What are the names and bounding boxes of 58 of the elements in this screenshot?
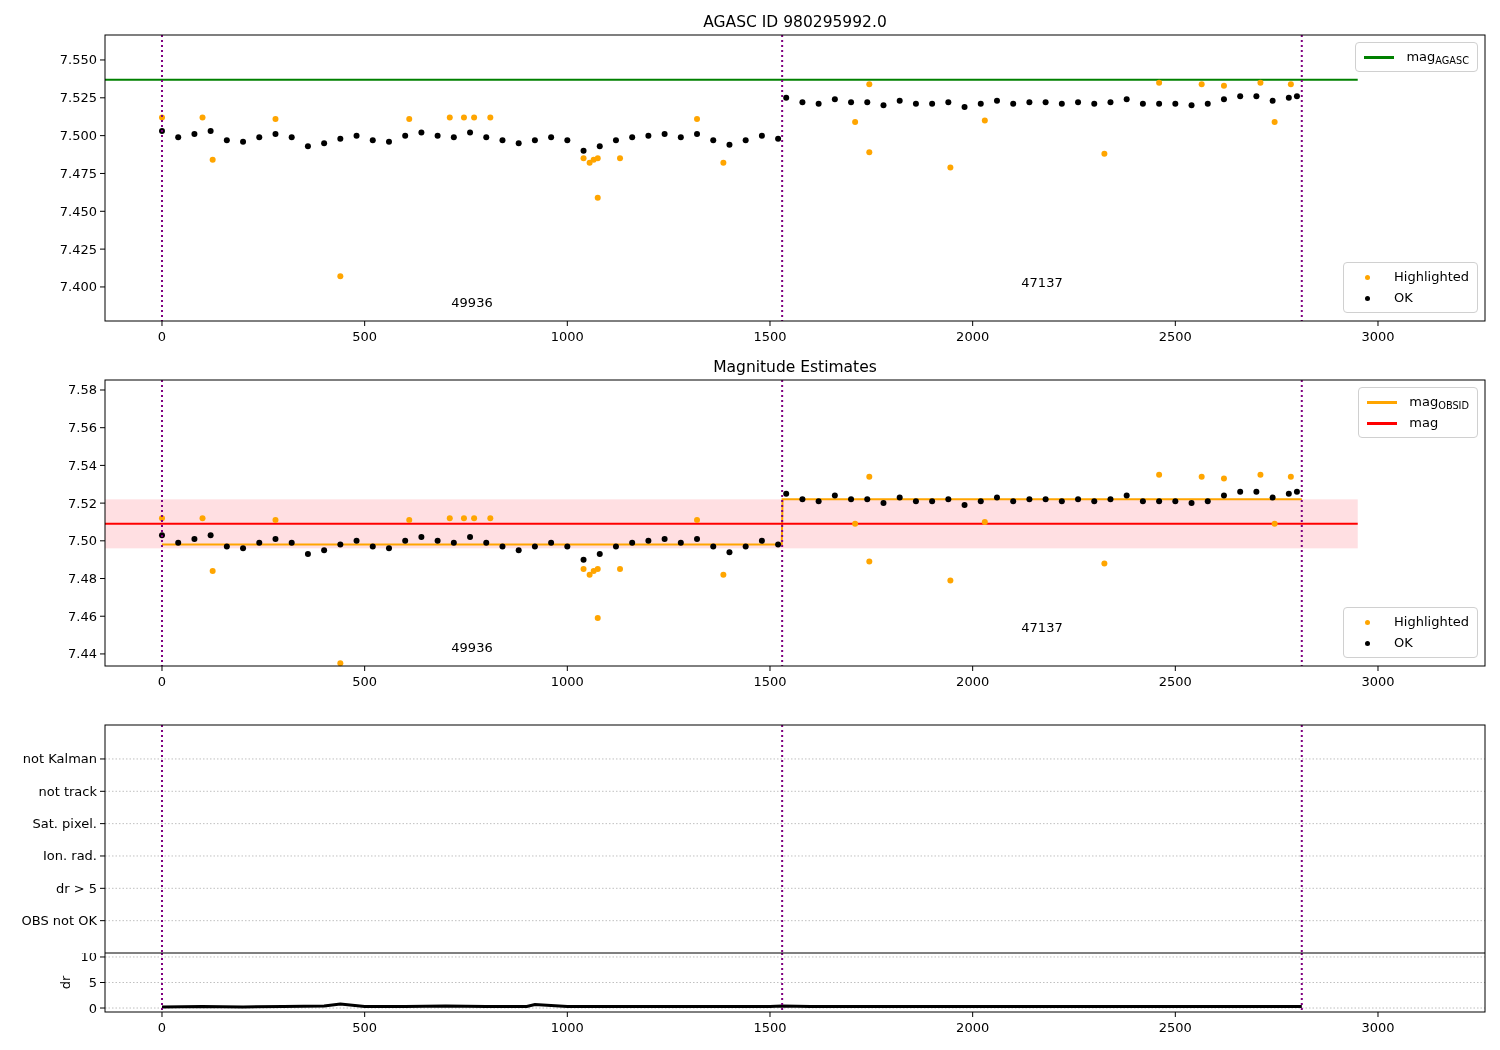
legend-label: OK xyxy=(1394,289,1413,308)
flag-label: not Kalman xyxy=(22,751,97,767)
tick-label: 500 xyxy=(352,674,378,689)
tick-label: 1500 xyxy=(753,329,787,344)
tick-label: 3000 xyxy=(1361,1020,1395,1035)
legend-label: mag$_{OBSID}$ xyxy=(1409,393,1469,412)
tick-label: 1500 xyxy=(753,1020,787,1035)
tick-label: 0 xyxy=(157,1020,167,1035)
tick-label: 7.58 xyxy=(68,382,97,398)
obsid-label: 49936 xyxy=(451,295,493,310)
tick-label: 2000 xyxy=(956,1020,990,1035)
tick-label: 7.44 xyxy=(68,646,97,662)
tick-label: 1000 xyxy=(550,1020,584,1035)
tick-label: 7.50 xyxy=(68,533,97,549)
obsid-label: 49936 xyxy=(451,640,493,655)
tick-label: 7.425 xyxy=(59,241,97,257)
tick-label: 0 xyxy=(88,1000,97,1016)
legend-label: mag$_{AGASC}$ xyxy=(1406,48,1469,67)
tick-label: 7.56 xyxy=(68,420,97,436)
obsid-label: 47137 xyxy=(1021,620,1063,635)
legend-label: Highlighted xyxy=(1394,268,1469,287)
legend-label: Highlighted xyxy=(1394,613,1469,632)
tick-label: 5 xyxy=(88,975,97,990)
tick-label: 7.500 xyxy=(59,128,97,144)
axis-label: dr xyxy=(58,975,73,990)
tick-label: 7.450 xyxy=(59,203,97,219)
tick-label: 7.525 xyxy=(59,90,97,106)
flag-label: Ion. rad. xyxy=(43,848,97,864)
legend-label: mag xyxy=(1409,414,1439,433)
tick-label: 500 xyxy=(352,1020,378,1035)
tick-label: 0 xyxy=(157,329,167,344)
tick-label: 7.475 xyxy=(59,165,97,181)
tick-label: 1000 xyxy=(550,674,584,689)
obsid-label: 47137 xyxy=(1021,275,1063,290)
tick-label: 2000 xyxy=(956,674,990,689)
tick-label: 7.48 xyxy=(68,571,97,586)
tick-label: 7.52 xyxy=(68,495,97,511)
flag-label: OBS not OK xyxy=(21,913,97,929)
flag-label: not track xyxy=(38,783,97,799)
tick-label: 3000 xyxy=(1361,674,1395,689)
tick-label: 2500 xyxy=(1158,1020,1192,1035)
tick-label: 1500 xyxy=(753,674,787,689)
legend-label: OK xyxy=(1394,634,1413,653)
tick-label: 2000 xyxy=(956,329,990,344)
chart-title: Magnitude Estimates xyxy=(713,358,877,376)
flag-label: dr > 5 xyxy=(55,880,97,896)
tick-label: 0 xyxy=(157,674,167,689)
flag-label: Sat. pixel. xyxy=(32,816,97,832)
tick-label: 7.550 xyxy=(59,52,97,68)
chart-title: AGASC ID 980295992.0 xyxy=(703,13,887,31)
tick-label: 500 xyxy=(352,329,378,344)
tick-label: 2500 xyxy=(1158,329,1192,344)
tick-label: 3000 xyxy=(1361,329,1395,344)
tick-label: 1000 xyxy=(550,329,584,344)
tick-label: 7.46 xyxy=(68,608,97,624)
tick-label: 7.54 xyxy=(68,457,97,473)
tick-label: 2500 xyxy=(1158,674,1192,689)
tick-label: 7.400 xyxy=(59,279,97,295)
